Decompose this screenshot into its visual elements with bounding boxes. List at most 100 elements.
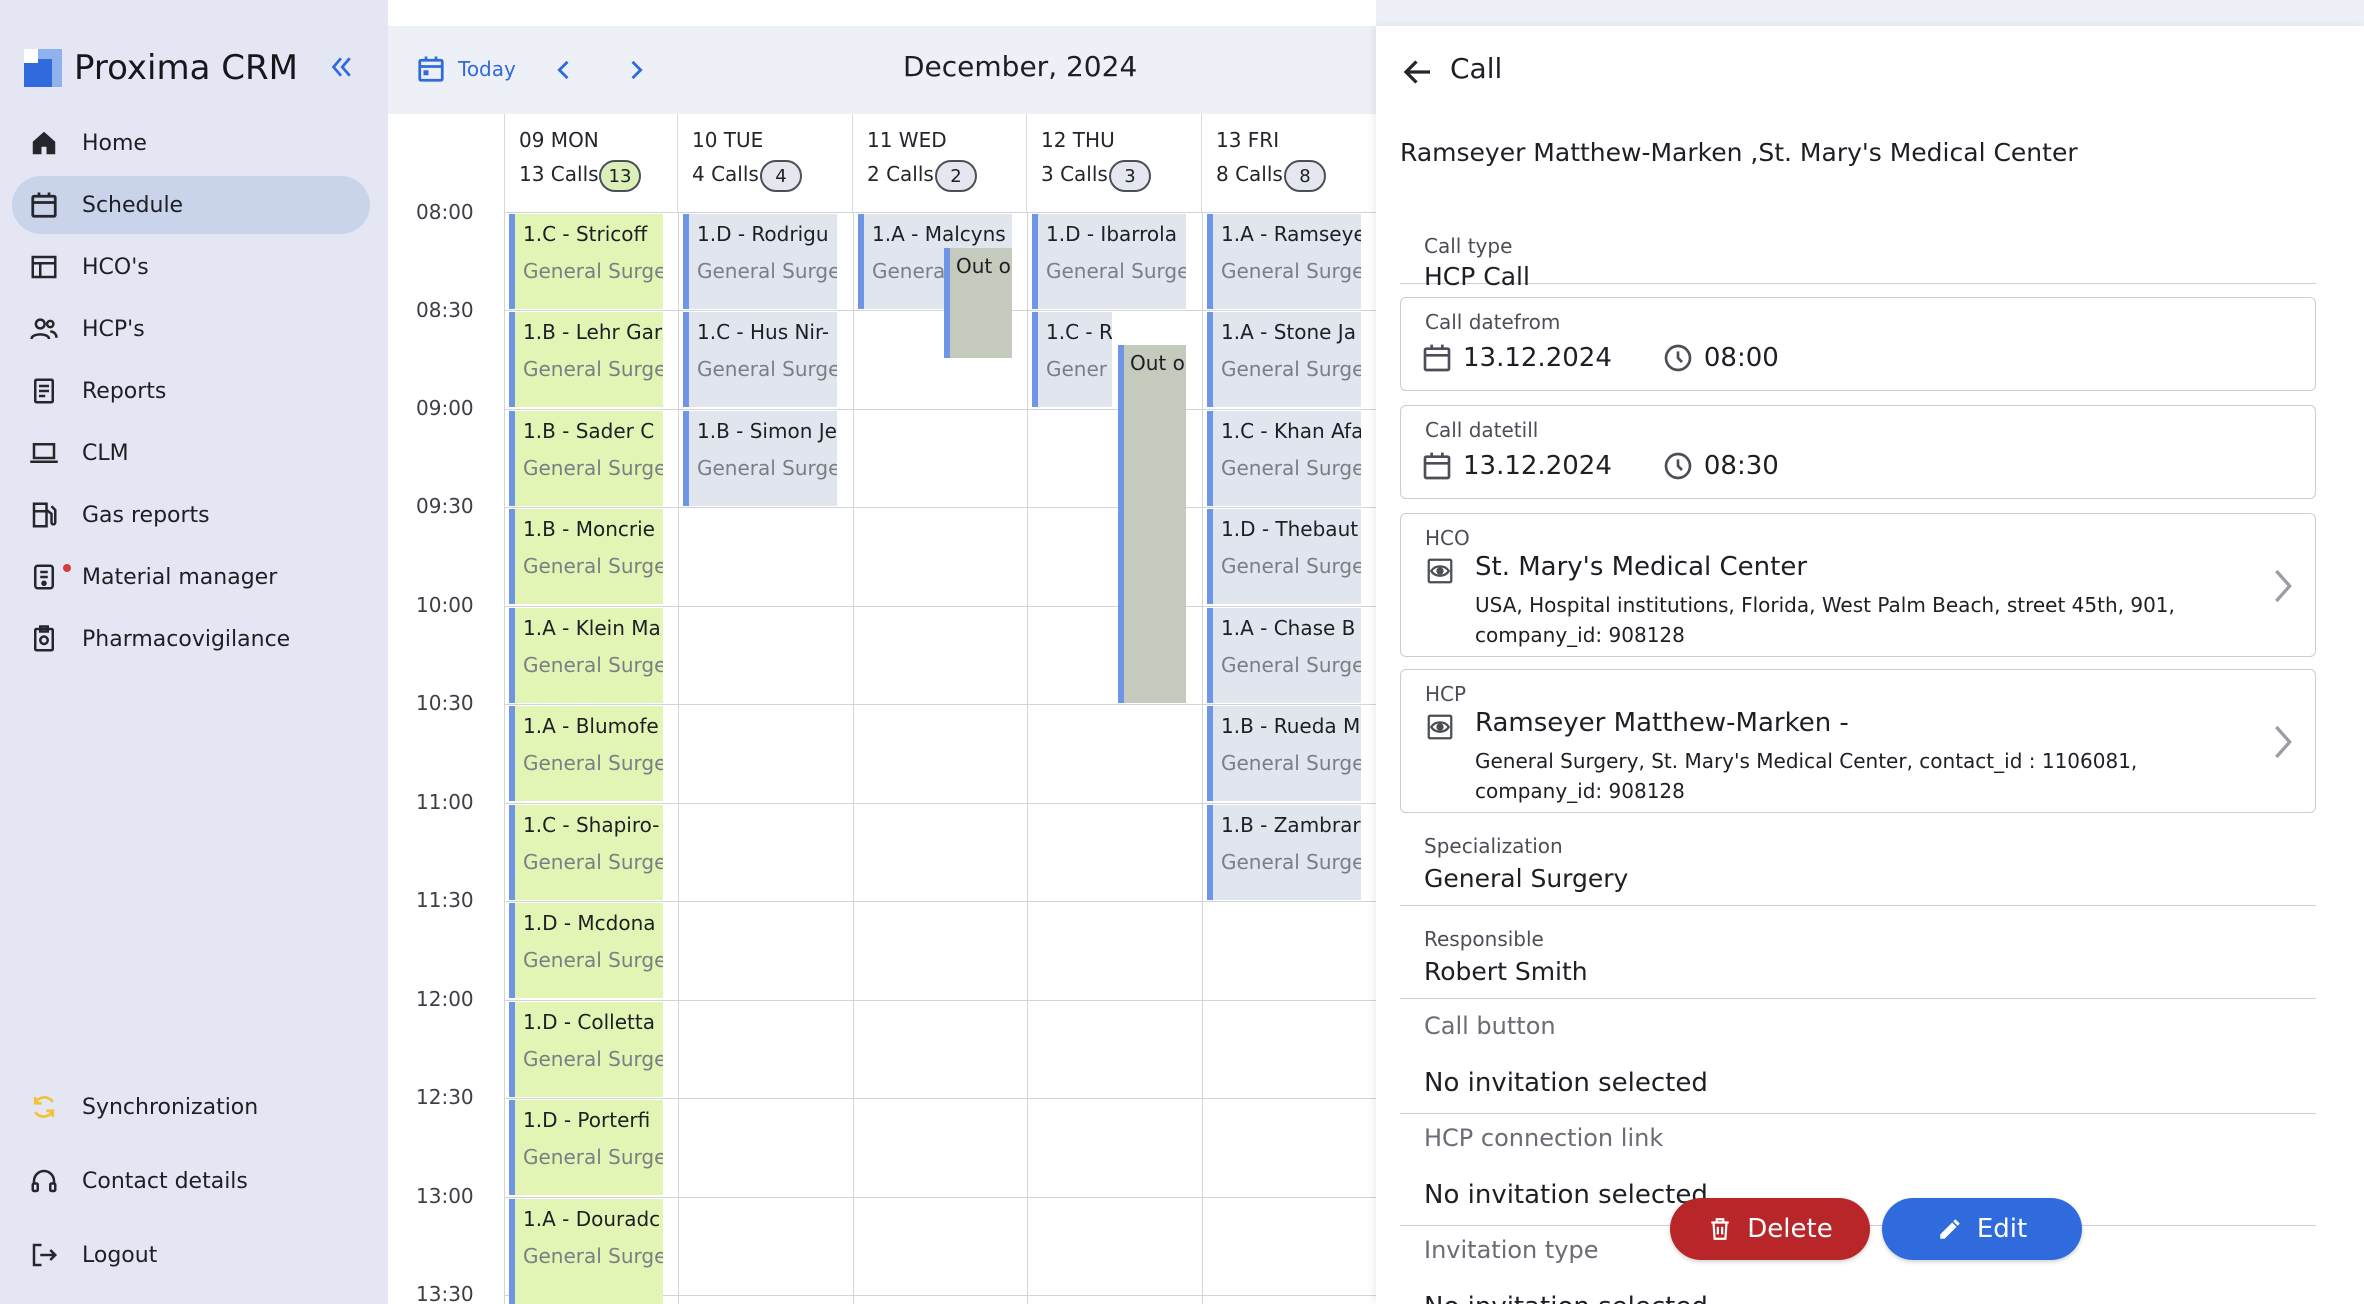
calendar-event[interactable]: 1.B - Lehr Gar General Surge — [509, 312, 663, 407]
call-datefrom-field[interactable]: Call datefrom 13.12.2024 08:00 — [1400, 297, 2316, 391]
calendar-event[interactable]: 1.C - Stricoff General Surge — [509, 214, 663, 309]
today-label: Today — [458, 57, 516, 81]
field-label: Call datetill — [1425, 418, 1539, 442]
day-header-mon[interactable]: 09 MON 13 Calls 13 — [504, 114, 678, 212]
calendar-event[interactable]: 1.A - Chase B General Surge — [1207, 608, 1361, 703]
sidebar-item-material-manager[interactable]: Material manager — [12, 548, 370, 606]
calendar-event[interactable]: 1.D - Mcdona General Surge — [509, 903, 663, 998]
field-value: General Surgery — [1424, 864, 1629, 893]
eye-icon — [1427, 558, 1453, 584]
event-subtitle: General Surge — [523, 1047, 663, 1071]
sidebar-item-synchronization[interactable]: Synchronization — [12, 1072, 370, 1142]
hco-link[interactable]: HCO St. Mary's Medical Center USA, Hospi… — [1400, 513, 2316, 657]
sidebar-item-label: Synchronization — [82, 1094, 259, 1120]
calendar-icon — [418, 56, 444, 82]
field-label: HCP — [1425, 682, 1467, 706]
calendar-event[interactable]: 1.C - R Gener — [1032, 312, 1112, 407]
sidebar-item-logout[interactable]: Logout — [12, 1220, 370, 1290]
event-subtitle: General Surge — [1221, 554, 1361, 578]
responsible-field: Responsible Robert Smith — [1400, 919, 2316, 999]
calendar-event[interactable]: 1.A - Stone Ja General Surge — [1207, 312, 1361, 407]
sidebar-item-label: CLM — [82, 440, 129, 466]
back-button[interactable] — [1400, 54, 1436, 90]
day-label: 09 MON — [519, 128, 599, 152]
time-label: 10:00 — [416, 593, 474, 617]
day-header-wed[interactable]: 11 WED 2 Calls 2 — [853, 114, 1027, 212]
calendar-event[interactable]: 1.A - Blumofe General Surge — [509, 706, 663, 801]
out-of-office-block[interactable]: Out o — [944, 248, 1012, 358]
field-label: Call datefrom — [1425, 310, 1561, 334]
calendar-event[interactable]: 1.C - Shapiro- General Surge — [509, 805, 663, 900]
schedule-calendar: Today December, 2024 09 MON 13 Calls 13 … — [388, 0, 1376, 1304]
event-title: 1.A - Stone Ja — [1221, 320, 1356, 344]
out-of-office-block[interactable]: Out o — [1118, 345, 1186, 703]
chevron-right-icon — [2275, 569, 2292, 603]
previous-week-button[interactable] — [550, 56, 578, 84]
sidebar-item-hcos[interactable]: HCO's — [12, 238, 370, 296]
calendar-event[interactable]: 1.D - Rodrigu General Surge — [683, 214, 837, 309]
time-label: 08:30 — [416, 298, 474, 322]
calendar-event[interactable]: 1.B - Moncrie General Surge — [509, 509, 663, 604]
calendar-event[interactable]: 1.D - Thebaut General Surge — [1207, 509, 1361, 604]
invitation-type-field: No invitation selected — [1400, 1270, 2316, 1304]
sidebar-item-label: HCO's — [82, 254, 149, 280]
sidebar-item-reports[interactable]: Reports — [12, 362, 370, 420]
calendar-event[interactable]: 1.A - Ramseye General Surge — [1207, 214, 1361, 309]
hco-meta: USA, Hospital institutions, Florida, Wes… — [1475, 593, 2175, 647]
calendar-event[interactable]: 1.B - Rueda M General Surge — [1207, 706, 1361, 801]
calendar-event[interactable]: 1.D - Colletta General Surge — [509, 1002, 663, 1097]
event-title: 1.D - Colletta — [523, 1010, 655, 1034]
calendar-event[interactable]: 1.B - Sader C General Surge — [509, 411, 663, 506]
event-subtitle: General Surge — [1221, 357, 1361, 381]
clock-icon — [1664, 452, 1692, 480]
sidebar-item-schedule[interactable]: Schedule — [12, 176, 370, 234]
sidebar-item-gas-reports[interactable]: Gas reports — [12, 486, 370, 544]
collapse-sidebar-button[interactable] — [326, 52, 356, 82]
event-title: 1.B - Sader C — [523, 419, 655, 443]
time-value: 08:30 — [1703, 451, 1779, 481]
sidebar-item-home[interactable]: Home — [12, 114, 370, 172]
chevron-right-icon — [2275, 725, 2292, 759]
edit-button[interactable]: Edit — [1882, 1198, 2082, 1260]
day-calls: 3 Calls — [1041, 162, 1108, 186]
sidebar-item-contact-details[interactable]: Contact details — [12, 1146, 370, 1216]
hcp-link[interactable]: HCP Ramseyer Matthew-Marken - General Su… — [1400, 669, 2316, 813]
calendar-toolbar: Today December, 2024 — [388, 26, 1376, 114]
sidebar-item-pharmacovigilance[interactable]: Pharmacovigilance — [12, 610, 370, 668]
next-week-button[interactable] — [622, 56, 650, 84]
sidebar-item-hcps[interactable]: HCP's — [12, 300, 370, 358]
app-name: Proxima CRM — [74, 48, 298, 88]
calendar-event[interactable]: 1.D - Ibarrola General Surge — [1032, 214, 1186, 309]
hcp-meta: General Surgery, St. Mary's Medical Cent… — [1475, 749, 2138, 803]
call-datetill-field[interactable]: Call datetill 13.12.2024 08:30 — [1400, 405, 2316, 499]
calendar-event[interactable]: 1.C - Khan Afa General Surge — [1207, 411, 1361, 506]
panel-title: Call — [1450, 52, 1503, 85]
calendar-event[interactable]: 1.B - Zambrar General Surge — [1207, 805, 1361, 900]
day-header-tue[interactable]: 10 TUE 4 Calls 4 — [678, 114, 853, 212]
out-of-office-label: Out o — [1130, 351, 1185, 375]
day-header-fri[interactable]: 13 FRI 8 Calls 8 — [1202, 114, 1376, 212]
calendar-event[interactable]: 1.B - Simon Je General Surge — [683, 411, 837, 506]
datetime-row: 13.12.2024 08:00 — [1421, 342, 1829, 374]
calendar-event[interactable]: 1.D - Porterfi General Surge — [509, 1100, 663, 1195]
call-type-field: Call type HCP Call — [1400, 210, 2316, 291]
event-subtitle: General Surge — [523, 554, 663, 578]
table-icon — [26, 249, 62, 285]
event-subtitle: General Surge — [1221, 456, 1361, 480]
event-title: 1.A - Malcyns — [872, 222, 1006, 246]
event-title: 1.B - Zambrar — [1221, 813, 1361, 837]
sidebar-item-clm[interactable]: CLM — [12, 424, 370, 482]
event-title: 1.C - Hus Nir- — [697, 320, 830, 344]
call-button-field: No invitation selected — [1400, 1046, 2316, 1114]
calendar-event[interactable]: 1.C - Hus Nir- General Surge — [683, 312, 837, 407]
day-call-count-badge: 4 — [760, 160, 802, 192]
delete-button[interactable]: Delete — [1670, 1198, 1870, 1260]
chevron-right-icon — [631, 60, 643, 80]
calendar-event[interactable]: 1.A - Klein Ma General Surge — [509, 608, 663, 703]
calendar-event[interactable]: 1.A - Douradc General Surge — [509, 1199, 663, 1304]
event-subtitle: Gener — [1046, 357, 1108, 381]
day-header-thu[interactable]: 12 THU 3 Calls 3 — [1027, 114, 1202, 212]
event-title: 1.D - Porterfi — [523, 1108, 651, 1132]
event-title: 1.A - Blumofe — [523, 714, 659, 738]
today-button[interactable]: Today — [416, 54, 516, 84]
